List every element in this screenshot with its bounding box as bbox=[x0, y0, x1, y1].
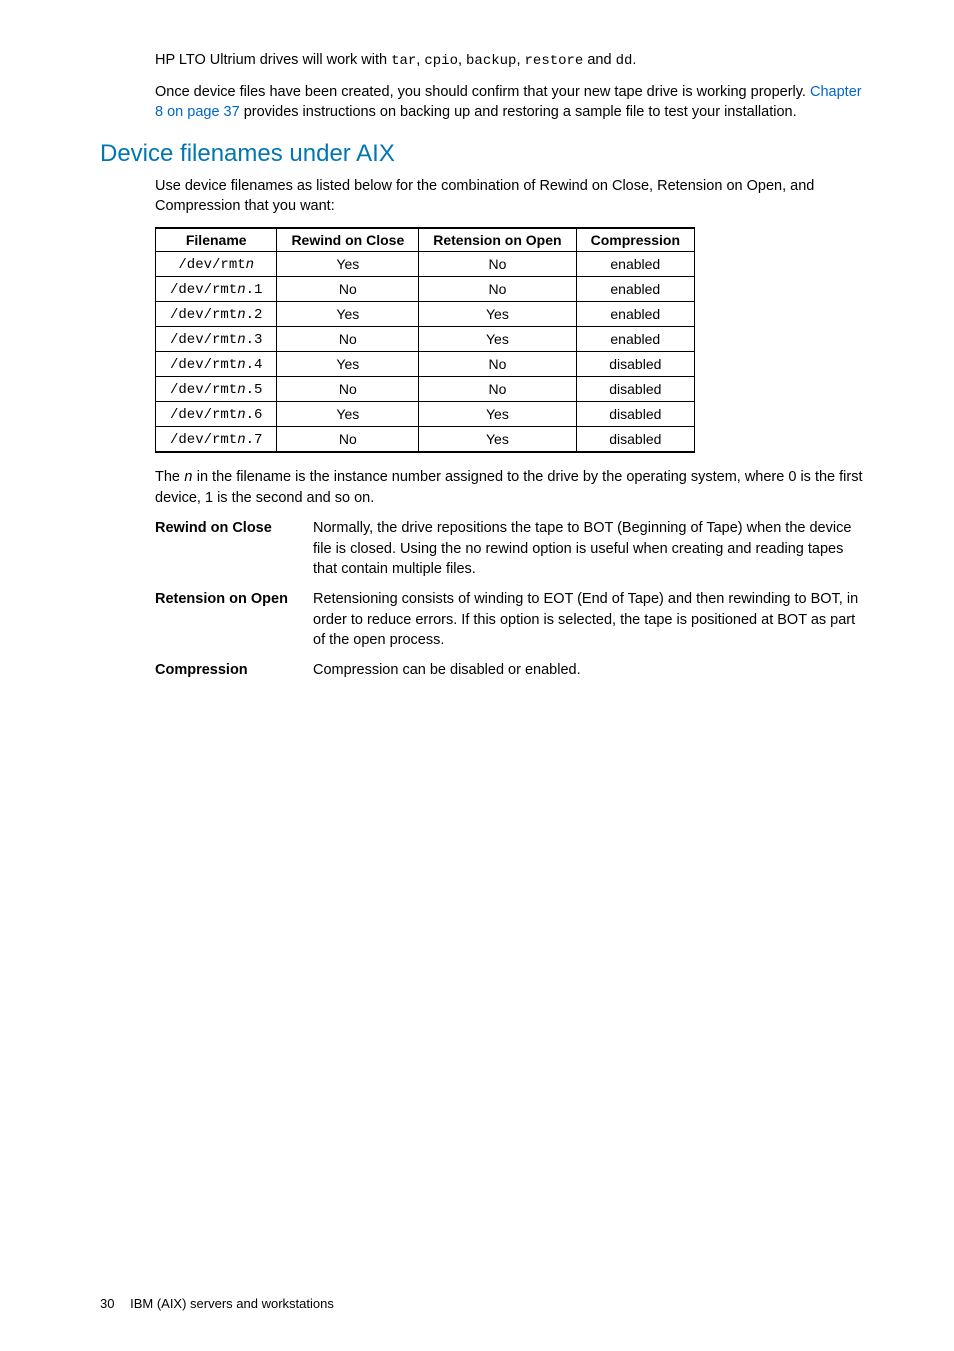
cell-rewind: Yes bbox=[277, 351, 419, 376]
cell-compression: enabled bbox=[576, 301, 694, 326]
table-row: /dev/rmtn.6 Yes Yes disabled bbox=[156, 401, 695, 426]
sep: , bbox=[458, 52, 466, 68]
cell-rewind: Yes bbox=[277, 251, 419, 276]
cell-retension: Yes bbox=[419, 401, 576, 426]
table-row: /dev/rmtn.3 No Yes enabled bbox=[156, 326, 695, 351]
text: HP LTO Ultrium drives will work with bbox=[155, 52, 391, 68]
cell-compression: disabled bbox=[576, 351, 694, 376]
cell-filename: /dev/rmtn.5 bbox=[156, 376, 277, 401]
cell-rewind: No bbox=[277, 276, 419, 301]
cell-compression: disabled bbox=[576, 376, 694, 401]
cell-retension: Yes bbox=[419, 326, 576, 351]
cell-filename: /dev/rmtn.6 bbox=[156, 401, 277, 426]
cell-filename: /dev/rmtn.4 bbox=[156, 351, 277, 376]
code-backup: backup bbox=[466, 53, 516, 69]
code-tar: tar bbox=[391, 53, 416, 69]
cell-compression: disabled bbox=[576, 426, 694, 452]
cell-retension: No bbox=[419, 376, 576, 401]
col-rewind: Rewind on Close bbox=[277, 228, 419, 252]
section-heading: Device filenames under AIX bbox=[100, 140, 864, 168]
cell-filename: /dev/rmtn.2 bbox=[156, 301, 277, 326]
cell-retension: Yes bbox=[419, 301, 576, 326]
cell-filename: /dev/rmtn.1 bbox=[156, 276, 277, 301]
cell-retension: No bbox=[419, 351, 576, 376]
cell-compression: disabled bbox=[576, 401, 694, 426]
cell-compression: enabled bbox=[576, 276, 694, 301]
table-row: /dev/rmtn Yes No enabled bbox=[156, 251, 695, 276]
def-retension-on-open: Retension on Open Retensioning consists … bbox=[155, 589, 864, 650]
table-row: /dev/rmtn.5 No No disabled bbox=[156, 376, 695, 401]
def-desc: Retensioning consists of winding to EOT … bbox=[313, 589, 864, 650]
page-number: 30 bbox=[100, 1296, 114, 1311]
table-row: /dev/rmtn.7 No Yes disabled bbox=[156, 426, 695, 452]
def-term: Rewind on Close bbox=[155, 518, 313, 579]
def-desc: Normally, the drive repositions the tape… bbox=[313, 518, 864, 579]
cell-rewind: Yes bbox=[277, 301, 419, 326]
footer-title: IBM (AIX) servers and workstations bbox=[130, 1296, 334, 1311]
definitions-list: Rewind on Close Normally, the drive repo… bbox=[155, 518, 864, 680]
table-row: /dev/rmtn.2 Yes Yes enabled bbox=[156, 301, 695, 326]
cell-rewind: No bbox=[277, 376, 419, 401]
code-cpio: cpio bbox=[424, 53, 458, 69]
cell-filename: /dev/rmtn.7 bbox=[156, 426, 277, 452]
code-dd: dd bbox=[616, 53, 633, 69]
intro-paragraph-1: HP LTO Ultrium drives will work with tar… bbox=[155, 50, 864, 72]
text: Once device files have been created, you… bbox=[155, 84, 810, 100]
sep: , bbox=[516, 52, 524, 68]
page-footer: 30 IBM (AIX) servers and workstations bbox=[100, 1296, 334, 1311]
def-term: Compression bbox=[155, 660, 313, 680]
table-row: /dev/rmtn.4 Yes No disabled bbox=[156, 351, 695, 376]
cell-retension: No bbox=[419, 251, 576, 276]
instance-note: The n in the filename is the instance nu… bbox=[155, 467, 864, 509]
n-var: n bbox=[184, 470, 193, 486]
cell-rewind: Yes bbox=[277, 401, 419, 426]
col-filename: Filename bbox=[156, 228, 277, 252]
cell-retension: No bbox=[419, 276, 576, 301]
intro-paragraph-2: Once device files have been created, you… bbox=[155, 82, 864, 123]
cell-retension: Yes bbox=[419, 426, 576, 452]
and: and bbox=[583, 52, 615, 68]
cell-filename: /dev/rmtn bbox=[156, 251, 277, 276]
def-desc: Compression can be disabled or enabled. bbox=[313, 660, 864, 680]
cell-filename: /dev/rmtn.3 bbox=[156, 326, 277, 351]
col-compression: Compression bbox=[576, 228, 694, 252]
end: . bbox=[632, 52, 636, 68]
text: in the filename is the instance number a… bbox=[155, 469, 863, 506]
table-row: /dev/rmtn.1 No No enabled bbox=[156, 276, 695, 301]
cell-compression: enabled bbox=[576, 326, 694, 351]
cell-rewind: No bbox=[277, 326, 419, 351]
text: provides instructions on backing up and … bbox=[240, 104, 797, 120]
device-filenames-table: Filename Rewind on Close Retension on Op… bbox=[155, 227, 695, 453]
def-rewind-on-close: Rewind on Close Normally, the drive repo… bbox=[155, 518, 864, 579]
cell-rewind: No bbox=[277, 426, 419, 452]
col-retension: Retension on Open bbox=[419, 228, 576, 252]
def-compression: Compression Compression can be disabled … bbox=[155, 660, 864, 680]
code-restore: restore bbox=[525, 53, 584, 69]
text: The bbox=[155, 469, 184, 485]
section-intro: Use device filenames as listed below for… bbox=[155, 176, 864, 217]
cell-compression: enabled bbox=[576, 251, 694, 276]
table-header-row: Filename Rewind on Close Retension on Op… bbox=[156, 228, 695, 252]
def-term: Retension on Open bbox=[155, 589, 313, 650]
